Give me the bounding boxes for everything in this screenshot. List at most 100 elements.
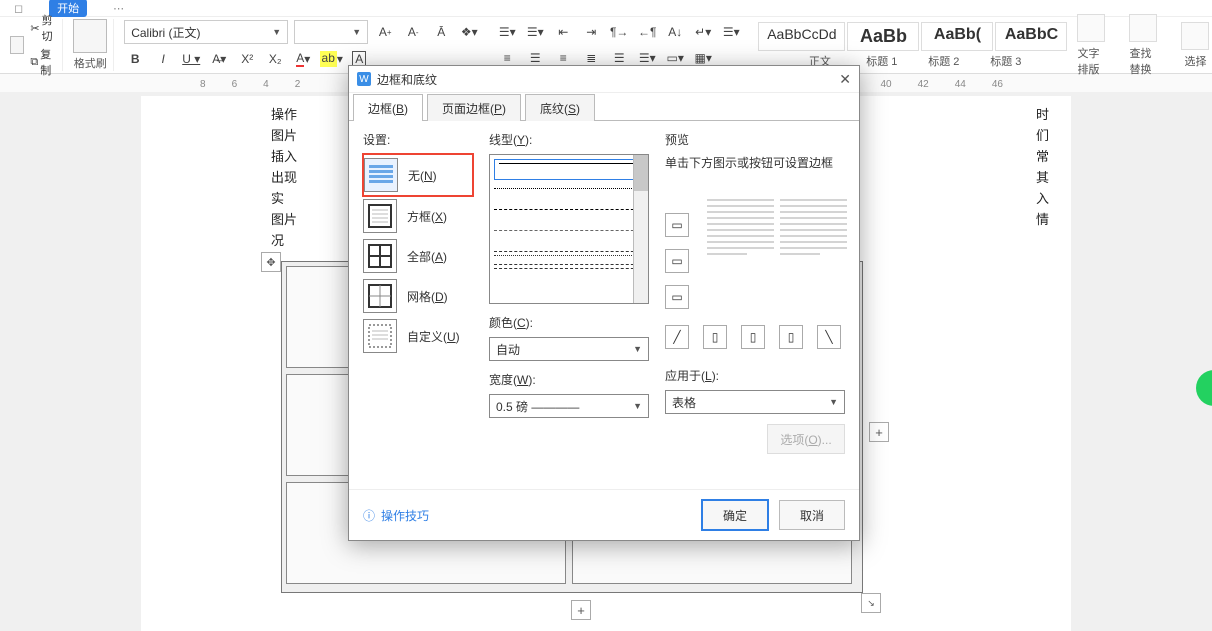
- close-icon[interactable]: ✕: [839, 71, 851, 88]
- chevron-down-icon: ▼: [633, 401, 642, 411]
- copy-icon: ⧉: [30, 56, 38, 69]
- applyto-combo[interactable]: 表格 ▼: [665, 390, 845, 414]
- show-marks-button[interactable]: ↵▾: [692, 21, 714, 43]
- preview-top-border-button[interactable]: ▭: [665, 213, 689, 237]
- clear-format-icon[interactable]: ❖▾: [458, 21, 480, 43]
- decrease-indent-button[interactable]: ⇤: [552, 21, 574, 43]
- style-gallery[interactable]: AaBbCcDd AaBb AaBb( AaBbC: [758, 22, 1067, 51]
- underline-button[interactable]: U ▾: [180, 48, 202, 70]
- tab-shading[interactable]: 底纹(S): [525, 94, 595, 121]
- clipboard-group: ✂剪切 ⧉复制: [4, 19, 63, 71]
- style-item-h3[interactable]: AaBbC: [995, 22, 1067, 51]
- table-resize-handle[interactable]: ↘: [861, 593, 881, 613]
- line-style-label: 线型(Y):: [489, 131, 649, 148]
- preview-right-border-button[interactable]: ▯: [779, 325, 803, 349]
- preview-hmiddle-border-button[interactable]: ▭: [665, 249, 689, 273]
- sort-button[interactable]: A↓: [664, 21, 686, 43]
- paste-icon[interactable]: [10, 36, 24, 54]
- tips-link[interactable]: ⓘ 操作技巧: [363, 507, 429, 524]
- copy-label[interactable]: 复制: [40, 46, 56, 78]
- color-combo[interactable]: 自动▼: [489, 337, 649, 361]
- superscript-button[interactable]: X²: [236, 48, 258, 70]
- decrease-font-icon[interactable]: A-: [402, 21, 424, 43]
- font-color-button[interactable]: A▾: [292, 48, 314, 70]
- change-case-icon[interactable]: Ā: [430, 21, 452, 43]
- strikethrough-button[interactable]: A̶▾: [208, 48, 230, 70]
- cancel-button[interactable]: 取消: [779, 500, 845, 530]
- setting-all[interactable]: 全部(A): [363, 236, 473, 276]
- width-value: 0.5 磅 ————: [496, 398, 579, 415]
- chevron-down-icon: ▼: [829, 397, 838, 407]
- tab-border[interactable]: 边框(B): [353, 94, 423, 121]
- add-row-button[interactable]: +: [571, 600, 591, 620]
- ltr-button[interactable]: ¶→: [608, 21, 630, 43]
- width-label: 宽度(W):: [489, 371, 649, 388]
- font-size-combo[interactable]: ▼: [294, 20, 368, 44]
- table-move-handle[interactable]: ✥: [261, 252, 281, 272]
- bold-button[interactable]: B: [124, 48, 146, 70]
- setting-custom[interactable]: 自定义(U): [363, 316, 473, 356]
- color-label: 颜色(C):: [489, 314, 649, 331]
- preview-bottom-border-button[interactable]: ▭: [665, 285, 689, 309]
- tips-label: 操作技巧: [381, 507, 429, 524]
- ok-button[interactable]: 确定: [701, 499, 769, 531]
- menu-bar: ◻ 开始 ⋯: [0, 0, 1212, 17]
- preview-vmiddle-border-button[interactable]: ▯: [741, 325, 765, 349]
- select-label: 选择: [1184, 53, 1206, 69]
- applyto-label: 应用于(L):: [665, 367, 845, 384]
- style-label-h1: 标题 1: [852, 53, 912, 69]
- preview-diag2-button[interactable]: ╲: [817, 325, 841, 349]
- format-painter-icon[interactable]: [73, 19, 107, 53]
- options-button: 选项(O)...: [767, 424, 845, 454]
- color-value: 自动: [496, 341, 520, 358]
- outline-button[interactable]: ☰▾: [720, 21, 742, 43]
- typeset-icon: [1077, 14, 1105, 42]
- info-icon: ⓘ: [363, 507, 375, 524]
- box-icon: [363, 199, 397, 233]
- style-item-h2[interactable]: AaBb(: [921, 22, 993, 51]
- preview-hint: 单击下方图示或按钮可设置边框: [665, 154, 845, 171]
- preview-area: ▭ ▭ ▭ ╱ ▯ ▯ ▯ ╲: [665, 177, 845, 327]
- text-typeset-button[interactable]: 文字排版: [1077, 14, 1105, 77]
- setting-grid[interactable]: 网格(D): [363, 276, 473, 316]
- format-painter-group: 格式刷: [67, 19, 114, 71]
- scrollbar[interactable]: [633, 155, 648, 303]
- settings-label: 设置:: [363, 131, 473, 148]
- bullets-button[interactable]: ☰▾: [496, 21, 518, 43]
- add-column-button[interactable]: +: [869, 422, 889, 442]
- increase-indent-button[interactable]: ⇥: [580, 21, 602, 43]
- highlight-button[interactable]: ab▾: [320, 48, 342, 70]
- tab-page-border[interactable]: 页面边框(P): [427, 94, 521, 121]
- style-item-h1[interactable]: AaBb: [847, 22, 919, 51]
- none-icon: [364, 158, 398, 192]
- applyto-value: 表格: [672, 394, 696, 411]
- setting-box[interactable]: 方框(X): [363, 196, 473, 236]
- preview-diag-button[interactable]: ╱: [665, 325, 689, 349]
- subscript-button[interactable]: X₂: [264, 48, 286, 70]
- italic-button[interactable]: I: [152, 48, 174, 70]
- increase-font-icon[interactable]: A+: [374, 21, 396, 43]
- cut-label[interactable]: 剪切: [42, 12, 57, 44]
- numbering-button[interactable]: ☰▾: [524, 21, 546, 43]
- app-icon: W: [357, 72, 371, 86]
- all-borders-icon: [363, 239, 397, 273]
- find-replace-button[interactable]: 查找替换: [1129, 14, 1157, 77]
- preview-left-border-button[interactable]: ▯: [703, 325, 727, 349]
- rtl-button[interactable]: ←¶: [636, 21, 658, 43]
- dialog-titlebar: W 边框和底纹 ✕: [349, 66, 859, 93]
- typeset-label: 文字排版: [1077, 45, 1105, 77]
- setting-none[interactable]: 无(N): [363, 154, 473, 196]
- style-item-normal[interactable]: AaBbCcDd: [758, 22, 845, 51]
- style-label-h2: 标题 2: [914, 53, 974, 69]
- line-style-list[interactable]: [489, 154, 649, 304]
- width-combo[interactable]: 0.5 磅 ———— ▼: [489, 394, 649, 418]
- font-name-value: Calibri (正文): [131, 24, 200, 41]
- cursor-icon: [1181, 22, 1209, 50]
- search-icon: [1129, 14, 1157, 42]
- dialog-tabs: 边框(B) 页面边框(P) 底纹(S): [349, 93, 859, 121]
- menu-item[interactable]: ⋯: [107, 2, 130, 15]
- select-button[interactable]: 选择: [1181, 22, 1209, 69]
- font-name-combo[interactable]: Calibri (正文)▼: [124, 20, 288, 44]
- preview-canvas[interactable]: [707, 199, 847, 299]
- dialog-title: 边框和底纹: [377, 71, 437, 88]
